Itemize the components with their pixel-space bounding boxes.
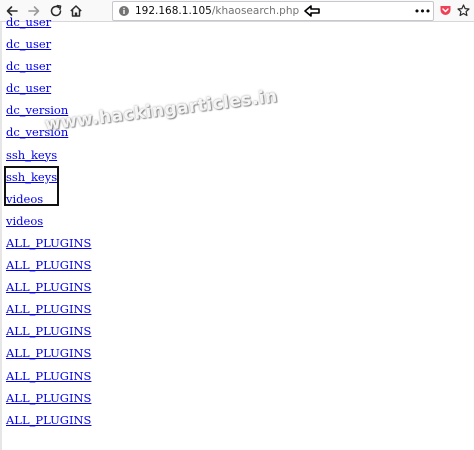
ssh-keys-highlight-box [4,166,59,206]
link-all-plugins[interactable]: ALL_PLUGINS [6,254,91,276]
link-all-plugins[interactable]: ALL_PLUGINS [6,387,91,409]
url-host: 192.168.1.105 [135,5,212,17]
link-ssh-keys[interactable]: ssh_keys [6,144,91,166]
link-list: dc_user dc_user dc_user dc_user dc_versi… [6,11,91,431]
link-all-plugins[interactable]: ALL_PLUGINS [6,320,91,342]
arrow-left-outline-icon [304,5,320,17]
star-icon [456,2,470,21]
page-left-edge [0,22,2,450]
pocket-icon [439,2,452,21]
link-all-plugins[interactable]: ALL_PLUGINS [6,232,91,254]
url-bar[interactable]: 192.168.1.105/khaosearch.php ••• [112,1,434,21]
link-dc-user[interactable]: dc_user [6,11,91,33]
url-text[interactable]: 192.168.1.105/khaosearch.php [135,5,299,17]
link-videos[interactable]: videos [6,210,91,232]
link-all-plugins[interactable]: ALL_PLUGINS [6,298,91,320]
link-all-plugins[interactable]: ALL_PLUGINS [6,409,91,431]
url-path: /khaosearch.php [211,5,300,17]
link-all-plugins[interactable]: ALL_PLUGINS [6,342,91,364]
page-content: dc_user dc_user dc_user dc_user dc_versi… [0,15,474,450]
link-all-plugins[interactable]: ALL_PLUGINS [6,276,91,298]
pocket-button[interactable] [437,3,453,19]
link-dc-user[interactable]: dc_user [6,33,91,55]
info-icon[interactable] [115,2,133,20]
link-dc-user[interactable]: dc_user [6,55,91,77]
link-all-plugins[interactable]: ALL_PLUGINS [6,365,91,387]
ellipsis-icon[interactable]: ••• [414,3,431,19]
link-dc-user[interactable]: dc_user [6,77,91,99]
browser-window: 192.168.1.105/khaosearch.php ••• dc_user… [0,0,474,450]
bookmark-button[interactable] [455,3,471,19]
